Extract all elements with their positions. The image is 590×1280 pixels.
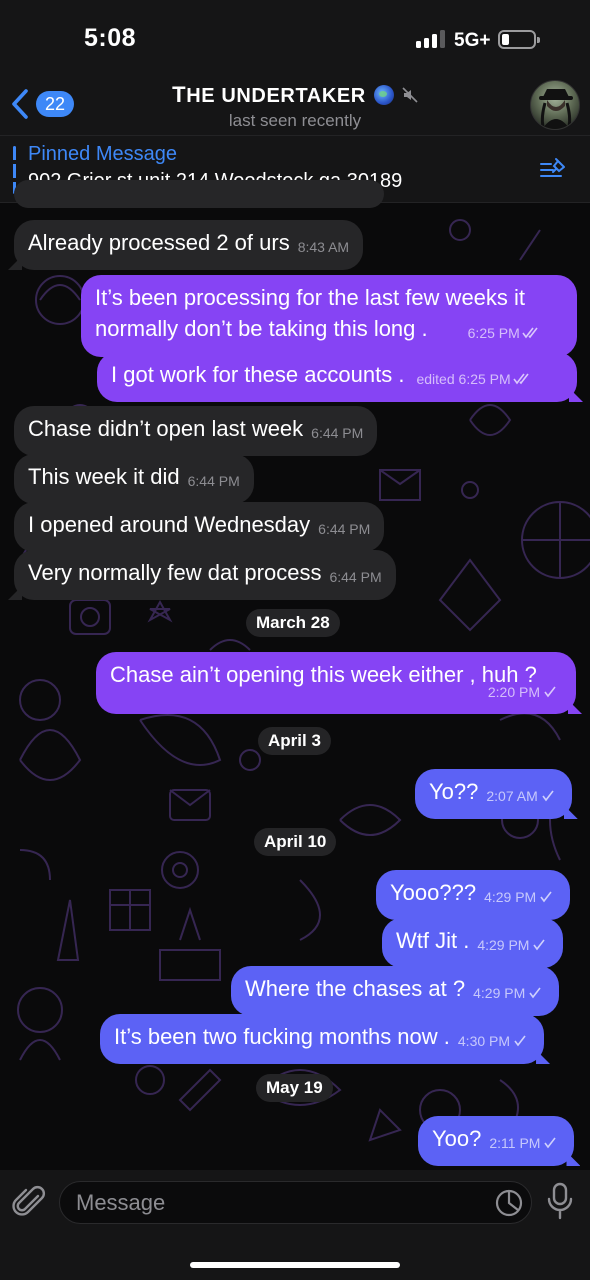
message-text: I got work for these accounts . [111,362,405,387]
message-input[interactable] [76,1182,476,1223]
message-text: normally don’t be taking this long . [95,316,428,341]
message-bubble[interactable]: It’s been processing for the last few we… [81,275,577,357]
message-bubble[interactable]: Very normally few dat process 6:44 PM [14,550,396,600]
battery-icon [498,30,540,49]
message-text: Yooo??? [390,880,477,905]
chat-header: 22 THE UNDERTAKER last seen recently [0,78,590,135]
message-bubble[interactable]: Yo?? 2:07 AM [415,769,572,819]
message-time: 6:25 PM [467,325,520,341]
message-bubble[interactable]: Yooo??? 4:29 PM [376,870,571,920]
date-separator: May 19 [256,1074,333,1102]
message-time: 4:29 PM [484,889,537,905]
double-check-icon [513,373,529,385]
pinned-list-icon[interactable] [538,156,568,184]
date-separator: March 28 [246,609,340,637]
sticker-icon[interactable] [494,1188,524,1218]
check-icon [533,939,546,951]
message-composer [0,1170,590,1280]
edited-label: edited [416,371,455,387]
message-time: 6:44 PM [187,473,240,489]
message-bubble[interactable]: It’s been two fucking months now . 4:30 P… [100,1014,545,1064]
muted-icon [402,87,418,103]
message-bubble[interactable]: Where the chases at ? 4:29 PM [231,966,560,1016]
message-bubble[interactable]: Chase ain’t opening this week either , h… [96,652,576,714]
status-bar: 5:08 5G+ [0,0,590,78]
signal-icon [416,30,445,48]
message-bubble[interactable]: I opened around Wednesday 6:44 PM [14,502,385,552]
chat-title[interactable]: THE UNDERTAKER last seen recently [0,82,590,131]
message-text: Where the chases at ? [245,976,466,1001]
check-icon [514,1035,526,1047]
check-icon [542,790,554,802]
network-type: 5G+ [454,30,491,51]
message-bubble[interactable]: Wtf Jit . 4:29 PM [382,918,564,968]
double-check-icon [522,327,538,339]
message-text: Very normally few dat process [28,560,322,585]
message-time: 6:25 PM [458,371,511,387]
message-time: 2:20 PM [487,684,540,700]
message-text: Wtf Jit . [396,928,470,953]
last-seen-status: last seen recently [228,111,362,130]
message-time: 4:30 PM [457,1033,511,1049]
message-bubble[interactable]: I got work for these accounts . edited 6:… [97,352,577,402]
clock: 5:08 [84,24,137,52]
check-icon [544,1137,557,1149]
check-icon [540,891,552,903]
pinned-label: Pinned Message [28,143,177,165]
message-time: 6:44 PM [311,425,364,441]
check-icon [529,987,541,999]
date-separator: April 3 [258,727,331,755]
message-input-container[interactable] [59,1181,532,1224]
microphone-icon[interactable] [546,1182,574,1220]
message-text: This week it did [28,464,180,489]
message-partial [14,180,384,208]
undertaker-avatar-icon [539,89,573,129]
globe-emoji-icon [373,85,394,105]
message-time: 8:43 AM [297,239,350,255]
message-text: Already processed 2 of urs [28,230,290,255]
paperclip-icon[interactable] [12,1184,48,1220]
message-time: 2:11 PM [489,1135,541,1151]
message-bubble[interactable]: Already processed 2 of urs 8:43 AM [14,220,364,270]
date-separator: April 10 [254,828,337,856]
contact-avatar[interactable] [530,80,580,130]
message-bubble[interactable]: Yoo? 2:11 PM [418,1116,575,1166]
message-text: Chase didn’t open last week [28,416,304,441]
message-text: It’s been two fucking months now . [114,1024,450,1049]
message-text: I opened around Wednesday [28,512,311,537]
message-bubble[interactable]: Chase didn’t open last week 6:44 PM [14,406,378,456]
message-time: 6:44 PM [329,569,382,585]
home-indicator [190,1262,400,1268]
message-text: Yoo? [432,1126,482,1151]
message-bubble[interactable]: This week it did 6:44 PM [14,454,254,504]
contact-name: THE UNDERTAKER [172,82,366,107]
message-time: 4:29 PM [473,985,526,1001]
message-text: It’s been processing for the last few we… [95,285,526,310]
message-text: Yo?? [429,779,479,804]
message-time: 6:44 PM [318,521,371,537]
message-time: 4:29 PM [477,937,530,953]
message-time: 2:07 AM [486,788,538,804]
check-icon [544,686,556,698]
